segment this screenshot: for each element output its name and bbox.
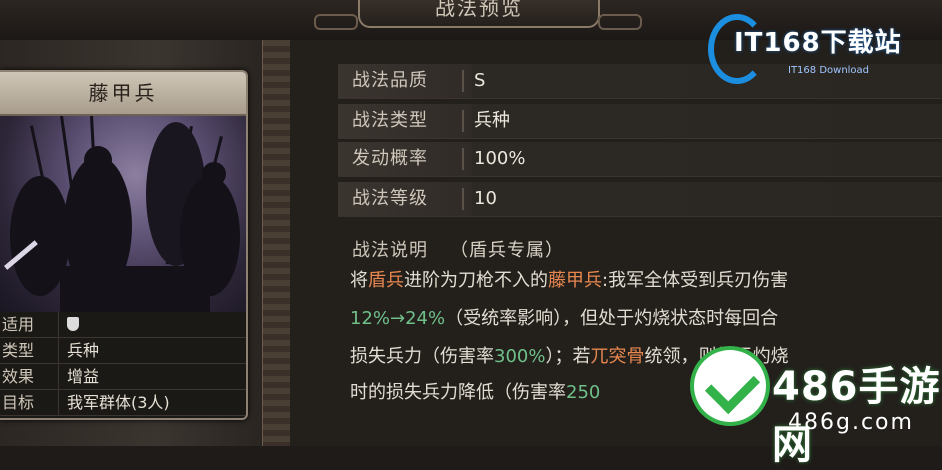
attr-row-type: 战法类型 兵种 — [338, 104, 942, 139]
card-row-applicable: 适用 — [0, 312, 246, 338]
attr-separator — [462, 70, 464, 92]
description-line-2: 12%→24%（受统率影响），但处于灼烧状态时每回合 — [350, 304, 778, 330]
attr-row-level: 战法等级 10 — [338, 182, 942, 217]
desc-seg: 进阶为刀枪不入的 — [404, 270, 548, 291]
card-row-label: 类型 — [0, 338, 59, 363]
attr-value: S — [474, 70, 486, 91]
desc-seg-value: 12%→24% — [350, 308, 446, 329]
desc-seg-highlight: 兀突骨 — [590, 346, 645, 367]
desc-seg: ）；若 — [545, 346, 591, 367]
486-logo-icon — [694, 350, 766, 422]
desc-seg: 损失兵力（伤害率 — [350, 346, 494, 367]
attr-value: 100% — [474, 148, 526, 169]
attr-value: 兵种 — [474, 110, 510, 131]
card-info: 适用 类型 兵种 效果 增益 目标 我军群体(3人) — [0, 312, 246, 416]
card-row-effect: 效果 增益 — [0, 364, 246, 390]
tactic-card: 藤甲兵 适用 类型 兵种 效果 增益 目标 我军群体(3人) — [0, 70, 248, 420]
486-watermark: 486手游网 486g.com — [688, 336, 942, 468]
desc-seg: :我军全体受到兵刃伤害 — [602, 270, 789, 291]
description-line-4: 时的损失兵力降低（伤害率250 — [350, 378, 600, 404]
it168-subtitle: IT168 Download — [788, 65, 870, 76]
attr-separator — [462, 148, 464, 170]
shield-icon — [67, 317, 79, 331]
description-heading: 战法说明 （盾兵专属） — [352, 236, 564, 262]
card-row-value — [59, 312, 79, 337]
card-row-target: 目标 我军群体(3人) — [0, 390, 246, 416]
description-line-1: 将盾兵进阶为刀枪不入的藤甲兵:我军全体受到兵刃伤害 — [350, 266, 788, 292]
description-tag: （盾兵专属） — [450, 240, 564, 261]
attr-separator — [462, 188, 464, 210]
card-artwork — [0, 116, 246, 312]
card-row-label: 适用 — [0, 312, 59, 337]
desc-seg-highlight: 盾兵 — [368, 270, 404, 291]
desc-seg: 将 — [350, 270, 368, 291]
desc-seg-value: 250 — [566, 382, 601, 403]
it168-watermark: IT168下载站 IT168 Download — [706, 8, 942, 84]
attr-value: 10 — [474, 188, 497, 209]
card-row-label: 效果 — [0, 364, 59, 389]
desc-seg: （受统率影响），但处于灼烧状态时每回合 — [445, 308, 779, 329]
attr-label: 发动概率 — [338, 142, 472, 176]
it168-brand: IT168下载站 — [734, 28, 902, 58]
card-row-value: 兵种 — [67, 341, 100, 360]
attr-separator — [462, 110, 464, 132]
description-title: 战法说明 — [352, 240, 428, 261]
card-row-label: 目标 — [0, 390, 59, 415]
title-ornament-right — [598, 14, 642, 30]
card-title: 藤甲兵 — [0, 72, 246, 116]
card-row-value: 增益 — [67, 367, 100, 386]
486-url: 486g.com — [788, 410, 914, 435]
desc-seg: 时的损失兵力降低（伤害率 — [350, 382, 566, 403]
attr-row-probability: 发动概率 100% — [338, 142, 942, 177]
attr-label: 战法等级 — [338, 182, 472, 216]
desc-seg-value: 300% — [494, 346, 546, 367]
attr-label: 战法品质 — [338, 64, 472, 98]
card-row-value: 我军群体(3人) — [67, 393, 170, 412]
title-ornament-left — [314, 14, 358, 30]
page-title: 战法预览 — [358, 0, 600, 28]
column-divider — [262, 40, 292, 446]
desc-seg-highlight: 藤甲兵 — [548, 270, 602, 291]
attr-label: 战法类型 — [338, 104, 472, 138]
card-row-type: 类型 兵种 — [0, 338, 246, 364]
